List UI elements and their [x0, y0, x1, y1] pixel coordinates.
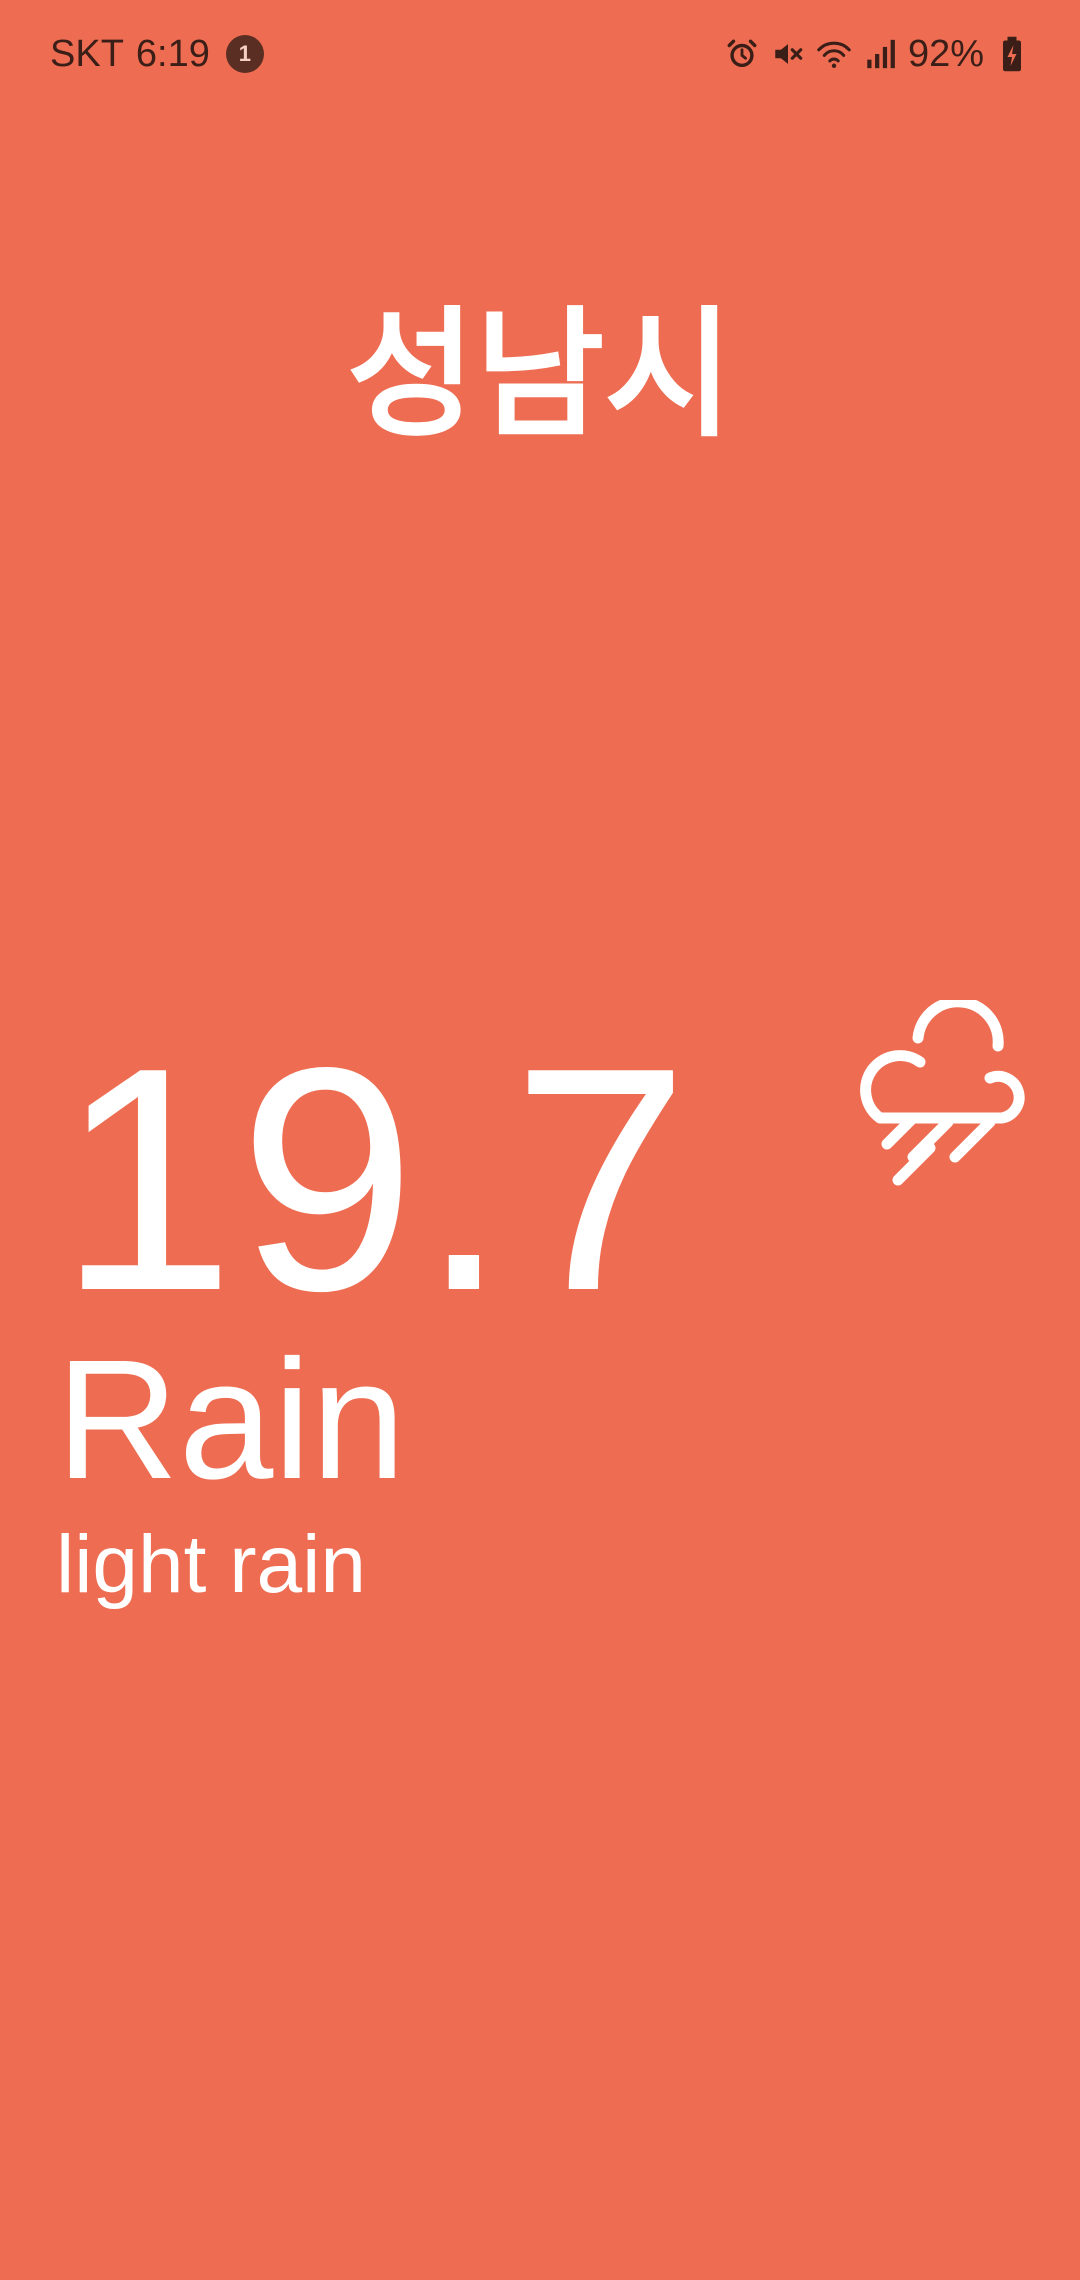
cloud-rain-icon	[840, 996, 1040, 1200]
mute-icon	[770, 36, 806, 72]
clock-time: 6:19	[135, 33, 210, 75]
signal-icon	[862, 36, 898, 72]
notification-badge: 1	[225, 35, 264, 73]
battery-percent: 92%	[907, 33, 984, 75]
weather-description: light rain	[56, 1519, 366, 1610]
status-left: SKT 6:19 1	[50, 26, 264, 82]
status-bar: SKT 6:19 1 92%	[0, 0, 1080, 108]
alarm-icon	[724, 36, 760, 72]
carrier-label: SKT	[50, 33, 124, 75]
weather-condition: Rain	[56, 1325, 406, 1515]
wifi-icon	[816, 36, 852, 72]
temperature-value: 19.7	[58, 1002, 693, 1357]
status-right: 92%	[714, 26, 1030, 82]
battery-charging-icon	[994, 36, 1030, 72]
city-name: 성남시	[346, 296, 734, 453]
